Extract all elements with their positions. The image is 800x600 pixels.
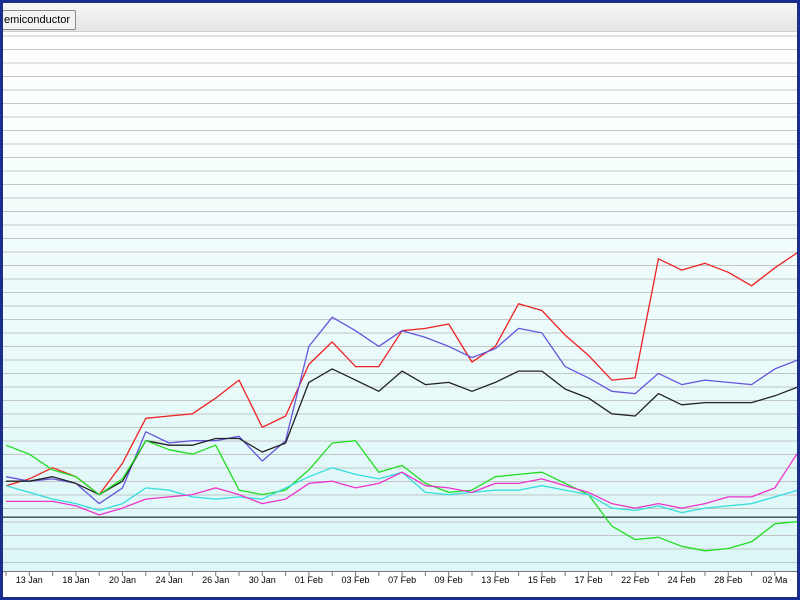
semiconductor-button[interactable]: emiconductor [3,10,77,30]
x-tick-label: 13 Feb [481,575,509,585]
x-tick-label: 20 Jan [109,575,136,585]
x-tick-label: 28 Feb [714,575,742,585]
x-tick-label: 30 Jan [249,575,276,585]
x-tick-label: 01 Feb [295,575,323,585]
x-tick-label: 09 Feb [435,575,463,585]
x-tick-label: 15 Feb [528,575,556,585]
x-tick-label: 18 Jan [62,575,89,585]
x-tick-label: 07 Feb [388,575,416,585]
x-tick-label: 24 Feb [668,575,696,585]
x-tick-label: 02 Ma [762,575,787,585]
toolbar: emiconductor [3,3,797,32]
x-tick-label: 26 Jan [202,575,229,585]
x-tick-label: 13 Jan [16,575,43,585]
plot-background [3,32,797,571]
line-chart: 13 Jan 18 Jan 20 Jan 24 Jan 26 Jan 30 Jan 01 F… [3,32,797,585]
x-tick-label: 22 Feb [621,575,649,585]
x-tick-label: 24 Jan [156,575,183,585]
x-tick-label: 03 Feb [341,575,369,585]
x-axis-ticks: 13 Jan 18 Jan 20 Jan 24 Jan 26 Jan 30 Jan 01 F… [5,571,787,585]
chart-window: emiconductor 13 Jan 18 Jan 20 Jan 24 Jan 26 … [0,0,800,600]
x-tick-label: 17 Feb [574,575,602,585]
